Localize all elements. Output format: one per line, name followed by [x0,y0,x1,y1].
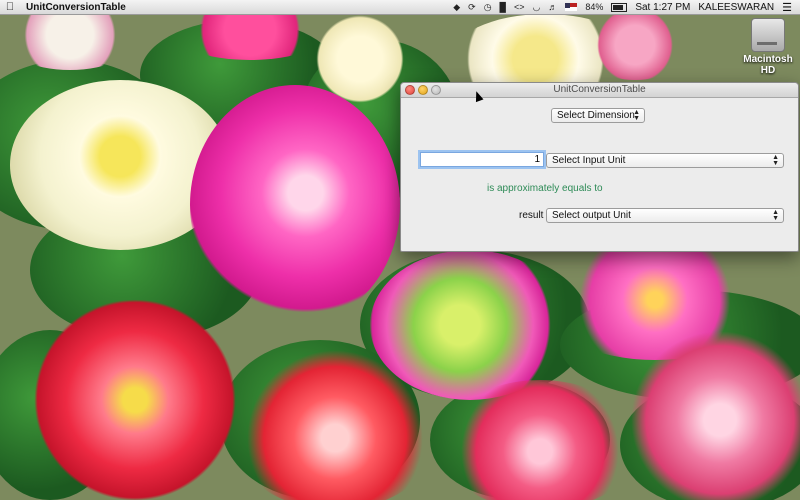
flag-icon[interactable] [565,3,578,11]
popup-arrows-icon: ▲ ▼ [633,109,640,122]
volume-icon[interactable]: ♬ [548,2,557,12]
input-unit-select[interactable]: Select Input Unit ▲ ▼ [546,153,784,168]
hd-label: Macintosh HD [743,54,793,76]
window-titlebar[interactable]: UnitConversionTable [401,83,798,98]
app-window: UnitConversionTable Select Dimension ▲ ▼ … [400,82,799,252]
hard-drive-icon [751,18,785,52]
output-unit-select[interactable]: Select output Unit ▲ ▼ [546,208,784,223]
battery-percent: 84% [585,2,604,12]
dropbox-icon[interactable]: ◆ [453,2,460,13]
wifi-icon[interactable]: ◡ [532,2,540,13]
macintosh-hd-desktop-icon[interactable]: Macintosh HD [740,18,796,76]
window-title: UnitConversionTable [553,84,646,95]
dimension-select-label: Select Dimension [557,110,635,121]
popup-arrows-icon: ▲ ▼ [772,154,779,167]
apple-icon[interactable]:  [0,1,20,13]
menu-extras: ◆ ⟳ ◷ █ <> ◡ ♬ 84% Sat 1:27 PM KALEESWAR… [453,1,800,14]
input-unit-select-label: Select Input Unit [552,155,626,166]
close-button[interactable] [405,85,415,95]
input-value-field[interactable]: 1 [420,152,544,167]
menu-bar:  UnitConversionTable ◆ ⟳ ◷ █ <> ◡ ♬ 84%… [0,0,800,15]
minimize-button[interactable] [418,85,428,95]
user-menu[interactable]: KALEESWARAN [698,2,774,13]
popup-arrows-icon: ▲ ▼ [772,209,779,222]
sync-icon[interactable]: ⟳ [468,2,476,13]
menu-clock[interactable]: Sat 1:27 PM [635,2,690,13]
dimension-select[interactable]: Select Dimension ▲ ▼ [551,108,645,123]
approx-label: is approximately equals to [487,183,603,194]
zoom-button[interactable] [431,85,441,95]
code-icon[interactable]: <> [514,2,525,12]
app-menu-name[interactable]: UnitConversionTable [26,2,126,13]
bluetooth-icon[interactable]: █ [500,2,506,12]
battery-icon[interactable] [611,2,628,12]
time-machine-icon[interactable]: ◷ [484,2,492,13]
output-unit-select-label: Select output Unit [552,210,631,221]
result-label: result [519,210,544,221]
list-icon[interactable]: ☰ [782,1,792,14]
